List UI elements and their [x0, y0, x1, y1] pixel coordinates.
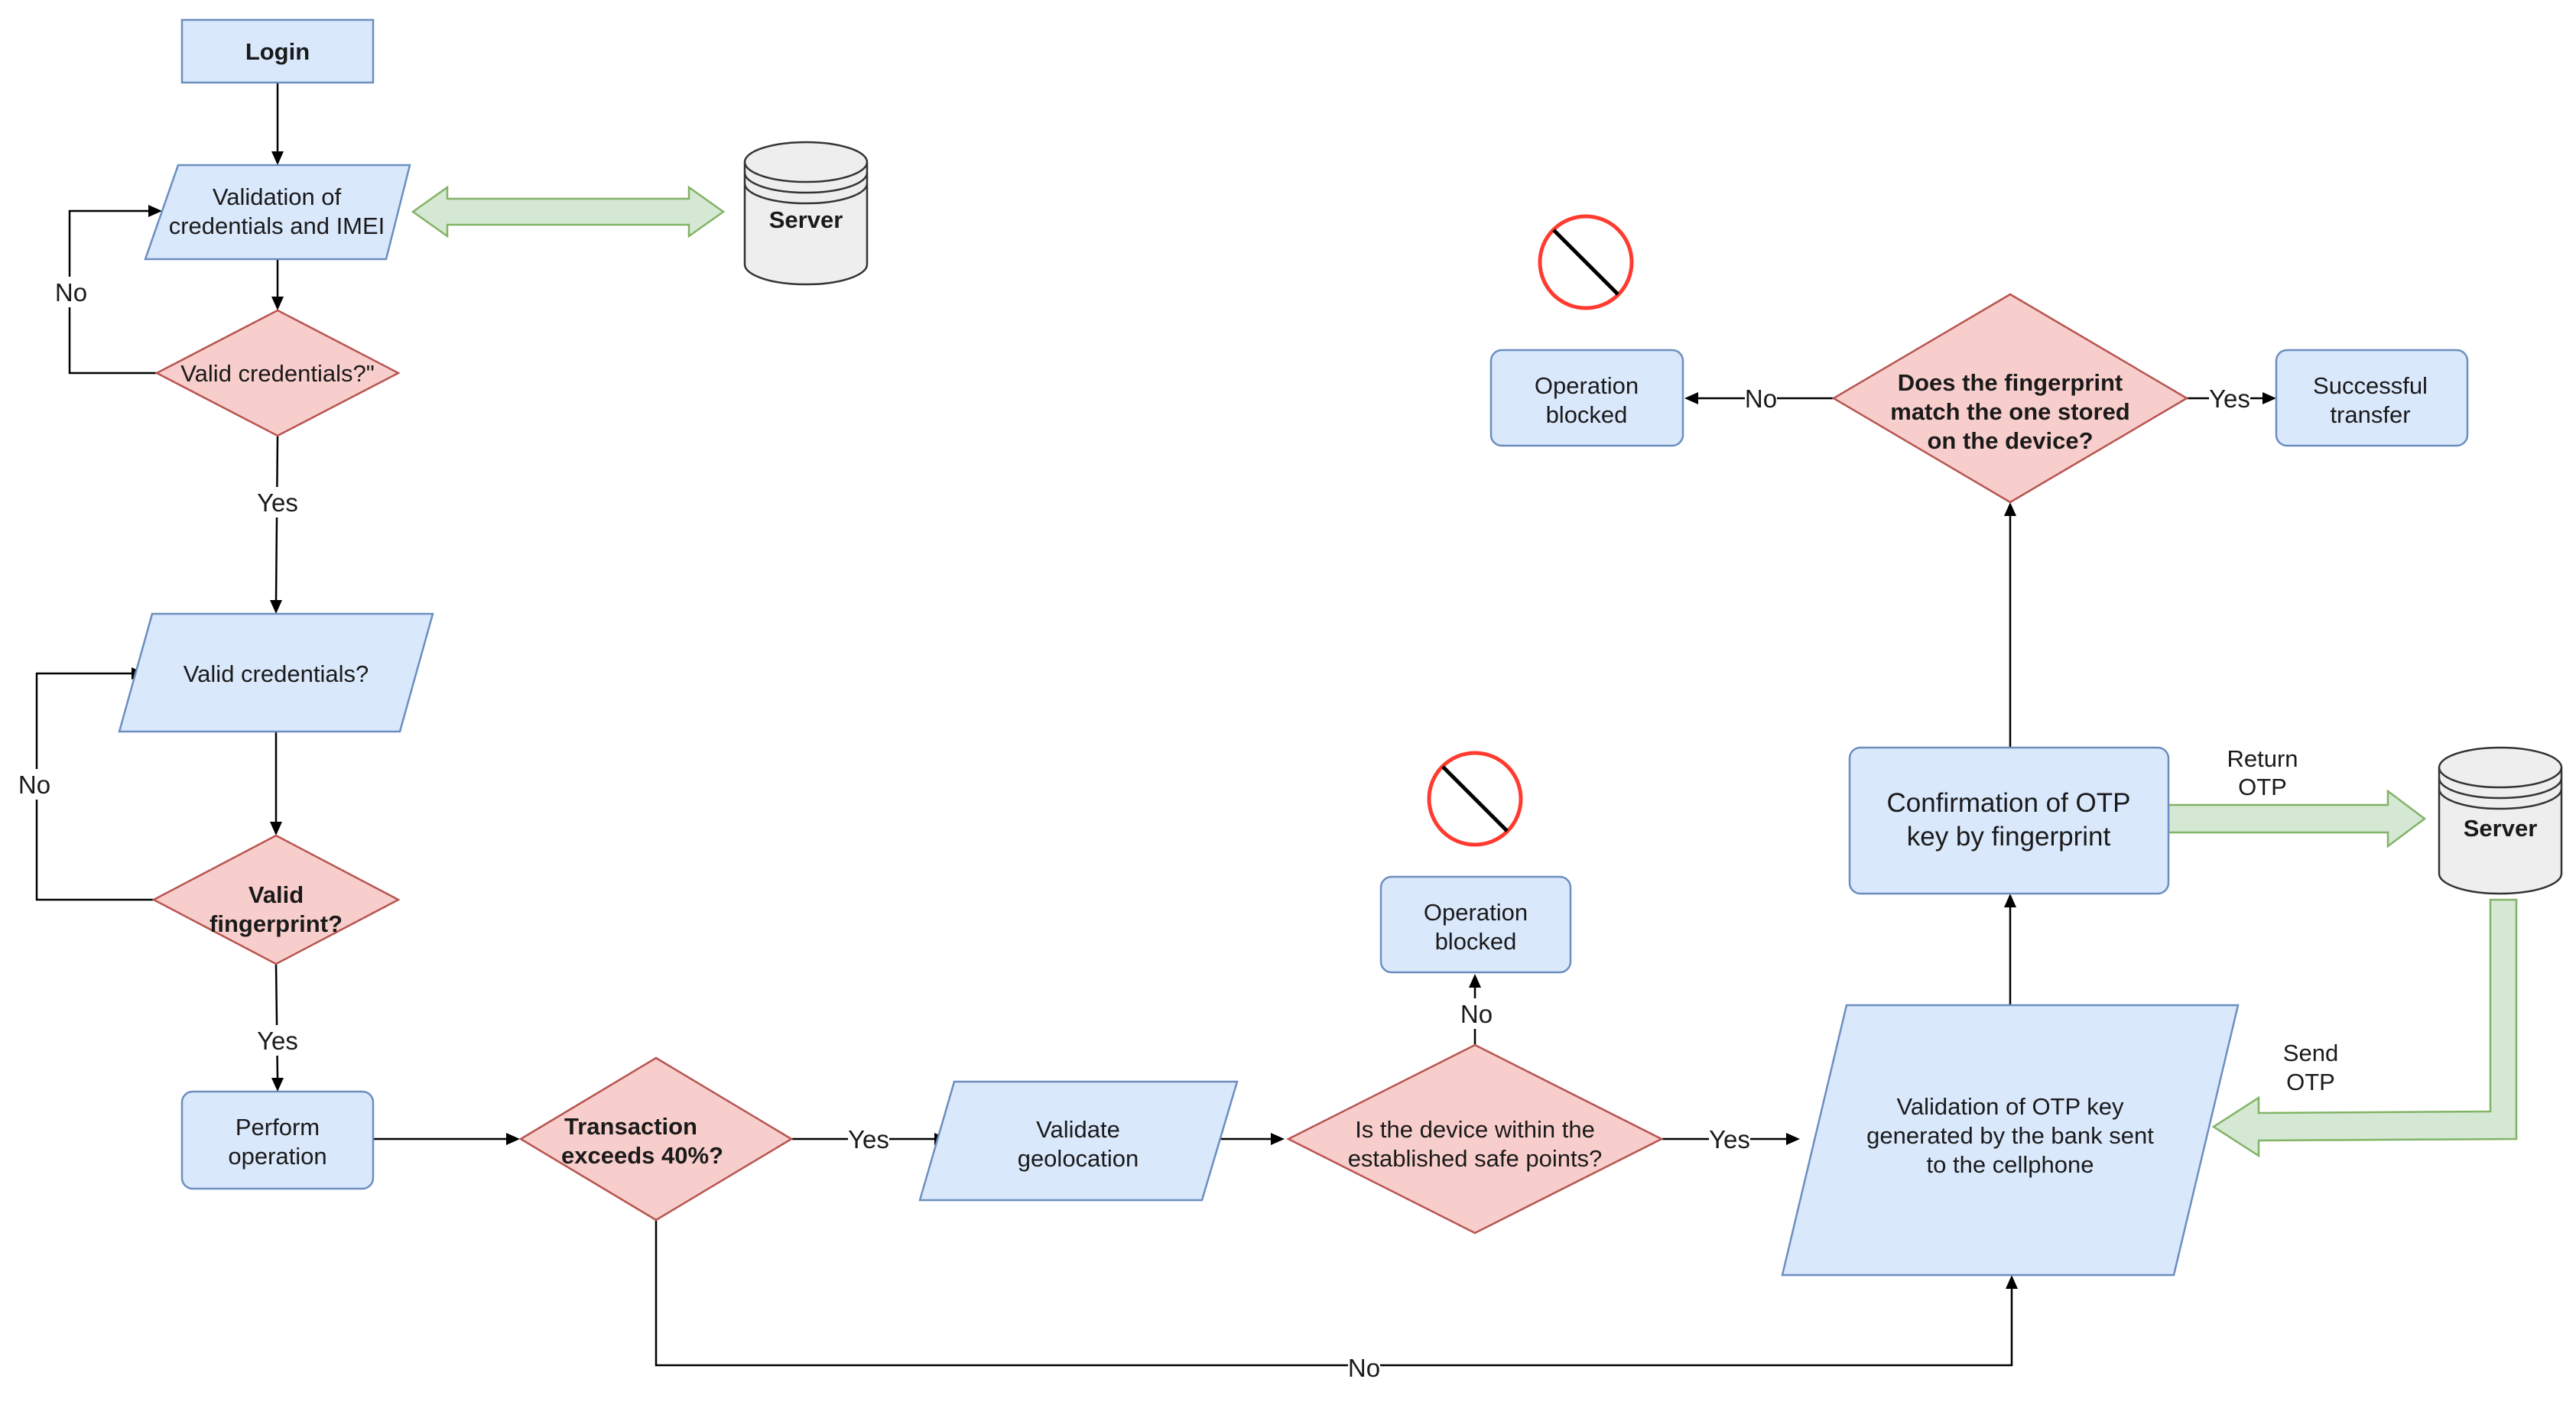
node-validate-geolocation-label-1: Validate: [1036, 1116, 1120, 1143]
node-confirmation-otp-label-1: Confirmation of OTP: [1887, 788, 2131, 818]
node-device-safe-points[interactable]: Is the device within the established saf…: [1286, 1043, 1664, 1235]
node-valid-fingerprint-decision-label-1: Valid: [249, 881, 304, 908]
node-fingerprint-match-label-3: on the device?: [1927, 427, 2093, 454]
node-validation-otp-label-1: Validation of OTP key: [1897, 1093, 2124, 1120]
node-transaction-exceeds[interactable]: Transaction exceeds 40%?: [518, 1056, 794, 1222]
node-fingerprint-match-label-1: Does the fingerprint: [1898, 369, 2123, 396]
node-device-safe-points-label-1: Is the device within the: [1355, 1116, 1595, 1143]
node-successful-transfer-label-1: Successful: [2313, 372, 2428, 399]
node-login[interactable]: Login: [180, 18, 375, 84]
node-perform-operation-label-2: operation: [228, 1143, 326, 1170]
node-valid-credentials-decision[interactable]: Valid credentials?": [154, 309, 401, 437]
node-server-top-label: Server: [769, 206, 843, 233]
arrowhead-icon: [2006, 1275, 2018, 1289]
node-transaction-exceeds-label-1: Transaction: [564, 1113, 697, 1140]
arrowhead-icon: [2004, 502, 2016, 516]
arrowhead-icon: [270, 600, 282, 614]
node-device-safe-points-label-2: established safe points?: [1348, 1145, 1603, 1172]
no-entry-icon: [1538, 214, 1634, 310]
node-fingerprint-match[interactable]: Does the fingerprint match the one store…: [1831, 293, 2189, 504]
node-validate-credentials-imei[interactable]: Validation of credentials and IMEI: [144, 164, 411, 261]
node-operation-blocked-fp[interactable]: Operation blocked: [1489, 349, 1684, 447]
node-validate-geolocation[interactable]: Validate geolocation: [918, 1080, 1239, 1202]
node-operation-blocked-geo-label-2: blocked: [1435, 928, 1517, 955]
node-fingerprint-match-label-2: match the one stored: [1890, 398, 2130, 425]
node-transaction-exceeds-label-2: exceeds 40%?: [561, 1142, 723, 1169]
send-otp-arrow-icon: [2211, 898, 2518, 1158]
edge-label-cred-no: No: [55, 278, 87, 307]
node-successful-transfer[interactable]: Successful transfer: [2275, 349, 2469, 447]
node-successful-transfer-label-2: transfer: [2330, 401, 2410, 428]
edge-fp-yes: [274, 963, 279, 1080]
node-validation-otp-label-3: to the cellphone: [1927, 1151, 2094, 1178]
node-confirmation-otp-label-2: key by fingerprint: [1907, 822, 2111, 852]
node-login-label: Login: [245, 38, 310, 65]
arrowhead-icon: [271, 1078, 284, 1092]
arrowhead-icon: [270, 822, 282, 836]
edge-label-fp-no: No: [18, 771, 50, 799]
node-confirmation-otp[interactable]: Confirmation of OTP key by fingerprint: [1848, 746, 2170, 895]
return-otp-label-1: Return: [2227, 745, 2298, 772]
node-valid-credentials-decision-label: Valid credentials?": [180, 360, 374, 387]
arrowhead-icon: [1684, 392, 1698, 404]
node-operation-blocked-geo[interactable]: Operation blocked: [1379, 875, 1572, 974]
edge-label-tx-yes: Yes: [848, 1125, 889, 1154]
send-otp-label-2: OTP: [2286, 1069, 2335, 1095]
node-operation-blocked-geo-label-1: Operation: [1424, 899, 1528, 926]
node-valid-credentials-input-label: Valid credentials?: [184, 660, 369, 687]
return-otp-arrow-icon: [2167, 789, 2427, 849]
edge-label-cred-yes: Yes: [257, 488, 298, 517]
edge-label-fp-yes: Yes: [257, 1027, 298, 1055]
no-entry-icon: [1427, 751, 1523, 847]
node-validate-credentials-imei-label-1: Validation of: [213, 183, 342, 210]
arrowhead-icon: [1271, 1133, 1285, 1145]
node-valid-fingerprint-decision[interactable]: Valid fingerprint?: [151, 834, 401, 965]
node-server-right-label: Server: [2464, 815, 2538, 842]
edge-label-match-no: No: [1745, 385, 1777, 413]
arrowhead-icon: [2004, 894, 2016, 907]
node-operation-blocked-fp-label-2: blocked: [1546, 401, 1628, 428]
edge-label-tx-no: No: [1348, 1354, 1380, 1382]
edge-label-match-yes: Yes: [2209, 385, 2250, 413]
arrowhead-icon: [1786, 1133, 1800, 1145]
node-validation-otp[interactable]: Validation of OTP key generated by the b…: [1781, 1004, 2240, 1277]
edge-label-geo-no: No: [1460, 1000, 1493, 1028]
arrowhead-icon: [506, 1133, 520, 1145]
node-valid-credentials-input[interactable]: Valid credentials?: [118, 612, 434, 733]
send-otp-label-1: Send: [2283, 1040, 2338, 1066]
edge-label-geo-yes: Yes: [1709, 1125, 1750, 1154]
node-validate-credentials-imei-label-2: credentials and IMEI: [169, 213, 385, 239]
arrowhead-icon: [271, 297, 284, 310]
bidirectional-arrow-icon: [411, 185, 726, 238]
node-server-top[interactable]: Server: [743, 141, 869, 286]
node-perform-operation-label-1: Perform: [236, 1114, 320, 1141]
flowchart-canvas: Login Validation of credentials and IMEI…: [18, 18, 2563, 1383]
node-server-right[interactable]: Server: [2438, 746, 2563, 895]
edge-cred-yes: [274, 435, 279, 602]
node-operation-blocked-fp-label-1: Operation: [1535, 372, 1639, 399]
return-otp-label-2: OTP: [2238, 774, 2287, 800]
node-validation-otp-label-2: generated by the bank sent: [1866, 1122, 2154, 1149]
node-validate-geolocation-label-2: geolocation: [1018, 1145, 1139, 1172]
arrowhead-icon: [2263, 392, 2276, 404]
arrowhead-icon: [271, 151, 284, 165]
arrowhead-icon: [1469, 974, 1481, 988]
node-perform-operation[interactable]: Perform operation: [180, 1090, 375, 1190]
node-valid-fingerprint-decision-label-2: fingerprint?: [210, 910, 343, 937]
